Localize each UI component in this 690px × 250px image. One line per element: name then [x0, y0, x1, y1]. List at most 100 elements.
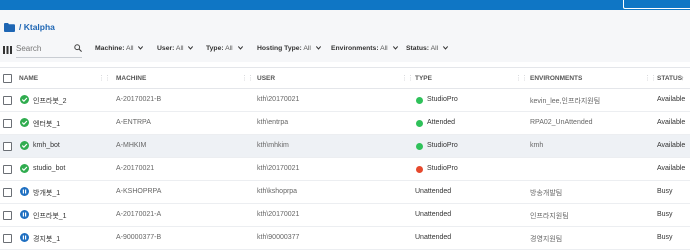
filter-value: All [430, 45, 439, 52]
column-header-environments[interactable]: ENVIRONMENTS [530, 75, 582, 82]
row-checkbox[interactable] [3, 211, 12, 220]
column-resize-handle[interactable]: ⋮⋮ [644, 74, 657, 82]
filter-value: All [175, 45, 184, 52]
machine-cell: A-ENTRPA [116, 119, 151, 126]
machine-cell: A-20170021-A [116, 211, 162, 218]
filter-label: Status: [406, 45, 430, 52]
status-cell: Available [657, 165, 686, 172]
environments-cell: 경영지원팀 [530, 236, 563, 243]
table-row[interactable]: 인프라봇_2 A-20170021-B kth\20170021 StudioP… [0, 89, 690, 112]
row-checkbox[interactable] [3, 96, 12, 105]
filter-status[interactable]: Status: All [406, 45, 449, 52]
pause-circle-icon [20, 210, 29, 219]
column-header-machine[interactable]: MACHINE [116, 75, 146, 82]
filter-label: Hosting Type: [257, 45, 302, 52]
table-row[interactable]: 경지봇_1 A-90000377-B kth\90000377 Unattend… [0, 227, 690, 250]
user-cell: kth\20170021 [257, 96, 300, 103]
table-row[interactable]: 방개봇_1 A-KSHOPRPA kth\kshoprpa Unattended… [0, 181, 690, 204]
filter-environments[interactable]: Environments: All [331, 45, 398, 52]
environments-cell: kmh [530, 142, 544, 149]
chevron-down-icon [392, 46, 398, 50]
environments-cell: RPA02_UnAttended [530, 119, 593, 126]
table-row[interactable]: kmh_bot A-MHKIM kth\mhkim StudioPro kmh … [0, 135, 690, 158]
robot-name[interactable]: 경지봇_1 [33, 234, 60, 244]
row-checkbox[interactable] [3, 119, 12, 128]
filter-label: Environments: [331, 45, 379, 52]
check-circle-icon [20, 95, 29, 104]
filter-value: All [303, 45, 311, 52]
status-dot-green [416, 120, 423, 127]
row-checkbox[interactable] [3, 188, 12, 197]
filter-hosting-type[interactable]: Hosting Type: All [257, 45, 321, 52]
filter-machine[interactable]: Machine: All [95, 45, 144, 52]
search-box [16, 42, 82, 58]
column-header-status[interactable]: STATUS [657, 75, 682, 82]
user-cell: kth\mhkim [257, 142, 289, 149]
user-cell: kth\20170021 [257, 165, 300, 172]
machine-cell: A-KSHOPRPA [116, 188, 162, 195]
environments-cell: 방송개발팀 [530, 190, 563, 197]
user-cell: kth\90000377 [257, 234, 300, 241]
search-input[interactable] [16, 44, 66, 53]
status-dot-red [416, 166, 423, 173]
robot-name[interactable]: kmh_bot [33, 142, 60, 149]
search-icon[interactable] [74, 44, 82, 54]
chevron-down-icon [443, 46, 449, 50]
chevron-down-icon [188, 46, 194, 50]
filter-type[interactable]: Type: All [206, 45, 243, 52]
select-all-checkbox[interactable] [3, 74, 12, 83]
table-header: NAME ⋮⋮ MACHINE ⋮⋮ USER ⋮⋮ TYPE ⋮⋮ ENVIR… [0, 67, 690, 89]
column-resize-handle[interactable]: ⋮⋮ [98, 74, 111, 82]
column-header-user[interactable]: USER [257, 75, 275, 82]
type-cell: Unattended [415, 188, 452, 195]
column-header-name[interactable]: NAME [19, 75, 38, 82]
robot-name[interactable]: 엔터봇_1 [33, 119, 60, 129]
row-checkbox[interactable] [3, 165, 12, 174]
status-cell: Available [657, 142, 686, 149]
filter-value: All [380, 45, 388, 52]
columns-icon[interactable] [3, 46, 12, 56]
robot-name[interactable]: 인프라봇_1 [33, 211, 67, 221]
table-row[interactable]: studio_bot A-20170021 kth\20170021 Studi… [0, 158, 690, 181]
chevron-down-icon [315, 46, 321, 50]
filter-label: Type: [206, 45, 224, 52]
column-header-type[interactable]: TYPE [415, 75, 432, 82]
type-cell: StudioPro [427, 165, 458, 172]
table-row[interactable]: 엔터봇_1 A-ENTRPA kth\entrpa Attended RPA02… [0, 112, 690, 135]
breadcrumb[interactable]: / Ktalpha [19, 22, 55, 32]
filter-user[interactable]: User: All [157, 45, 194, 52]
status-cell: Busy [657, 234, 673, 241]
filter-bar: Machine: All User: All Type: All Hosting… [0, 38, 690, 62]
table-row[interactable]: 인프라봇_1 A-20170021-A kth\20170021 Unatten… [0, 204, 690, 227]
column-resize-handle[interactable]: ⋮⋮ [401, 74, 414, 82]
machine-cell: A-MHKIM [116, 142, 147, 149]
machine-cell: A-20170021 [116, 165, 155, 172]
column-resize-handle[interactable]: ⋮⋮ [241, 74, 254, 82]
environments-cell: 인프라지원팀 [530, 213, 569, 220]
check-circle-icon [20, 118, 29, 127]
sort-ascending-icon[interactable]: ↑ [681, 75, 684, 82]
status-dot-green [416, 97, 423, 104]
robot-name[interactable]: 방개봇_1 [33, 188, 60, 198]
chevron-down-icon [237, 46, 243, 50]
machine-cell: A-20170021-B [116, 96, 162, 103]
robot-name[interactable]: studio_bot [33, 165, 65, 172]
row-checkbox[interactable] [3, 234, 12, 243]
type-cell: Unattended [415, 234, 452, 241]
filter-label: Machine: [95, 45, 125, 52]
status-cell: Available [657, 119, 686, 126]
filter-label: User: [157, 45, 175, 52]
top-bar-button[interactable] [623, 0, 690, 9]
filter-value: All [125, 45, 134, 52]
robot-name[interactable]: 인프라봇_2 [33, 96, 67, 106]
status-dot-green [416, 143, 423, 150]
row-checkbox[interactable] [3, 142, 12, 151]
pause-circle-icon [20, 187, 29, 196]
filter-value: All [225, 45, 233, 52]
status-cell: Busy [657, 211, 673, 218]
folder-icon[interactable] [4, 23, 15, 34]
type-cell: StudioPro [427, 142, 458, 149]
column-resize-handle[interactable]: ⋮⋮ [515, 74, 528, 82]
pause-circle-icon [20, 233, 29, 242]
type-cell: StudioPro [427, 96, 458, 103]
